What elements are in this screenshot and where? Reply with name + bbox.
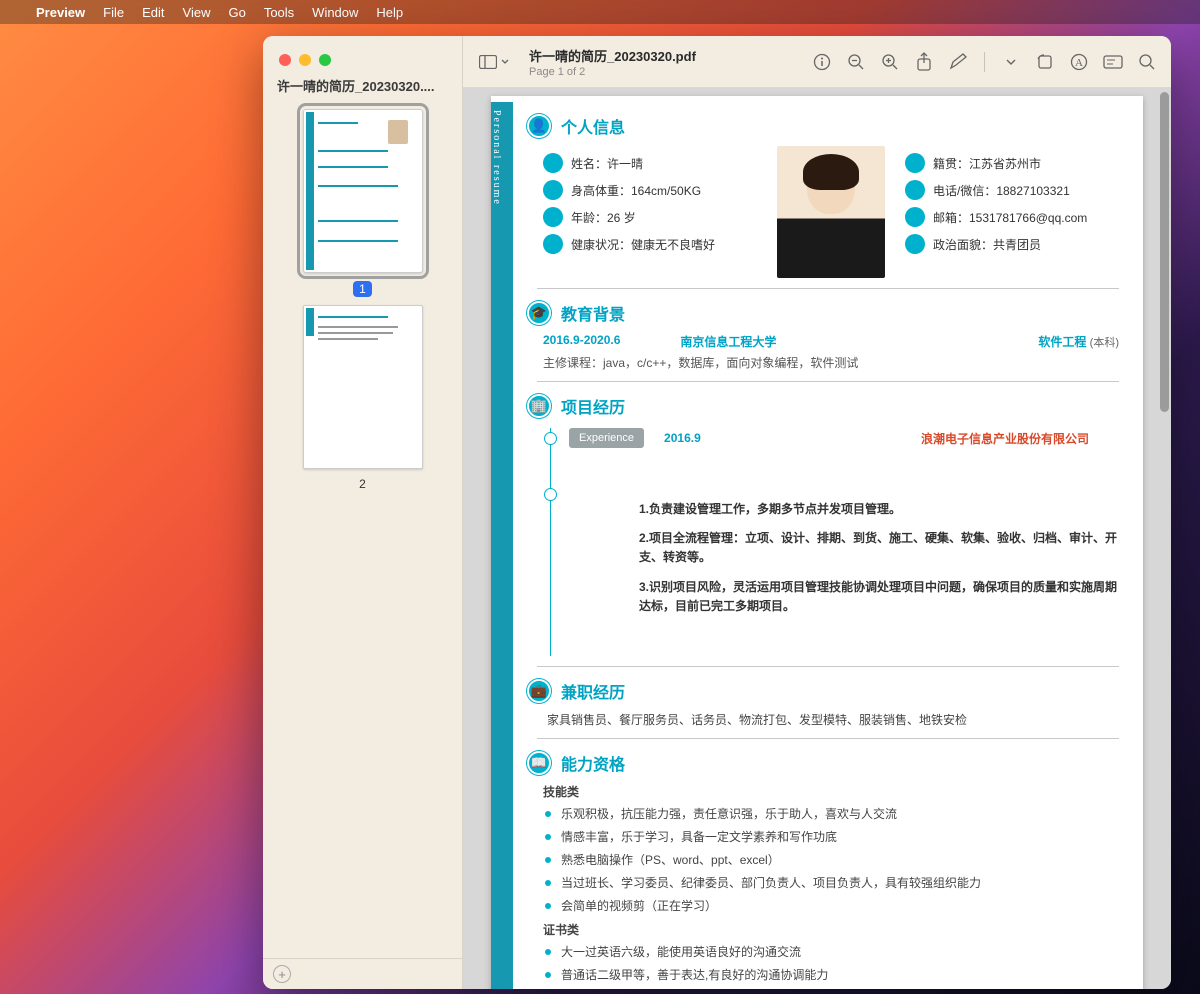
field-name: 姓名：许一晴: [571, 155, 643, 172]
form-button[interactable]: [1103, 52, 1123, 72]
thumbnail-sidebar: 许一晴的简历_20230320.... 1: [263, 36, 463, 989]
edu-courses: 主修课程：java，c/c++，数据库，面向对象编程，软件测试: [543, 354, 1119, 371]
resume-band-label: Personal resume: [491, 102, 502, 206]
document-title: 许一晴的简历_20230320.pdf: [529, 46, 696, 65]
profile-photo: [777, 146, 885, 278]
close-button[interactable]: [279, 54, 291, 66]
menu-go[interactable]: Go: [228, 5, 245, 20]
parttime-icon: 💼: [527, 679, 551, 703]
certs-list: 大一过英语六级，能使用英语良好的沟通交流 普通话二级甲等，善于表达,有良好的沟通…: [543, 943, 1119, 989]
project-line: 3.识别项目风险，灵活运用项目管理技能协调处理项目中问题，确保项目的质量和实施周…: [639, 578, 1119, 616]
thumbnail-page-2[interactable]: 2: [263, 305, 462, 491]
sidebar-doc-title: 许一晴的简历_20230320....: [263, 76, 462, 101]
field-phone: 电话/微信：18827103321: [933, 182, 1070, 199]
menu-tools[interactable]: Tools: [264, 5, 294, 20]
info-button[interactable]: [812, 52, 832, 72]
thumbnail-number: 2: [359, 477, 366, 491]
field-health: 健康状况：健康无不良嗜好: [571, 236, 715, 253]
project-icon: 🏢: [527, 394, 551, 418]
macos-menubar: Preview File Edit View Go Tools Window H…: [0, 0, 1200, 24]
cert-item: 普通话二级甲等，善于表达,有良好的沟通协调能力: [543, 966, 1119, 984]
project-company: 浪潮电子信息产业股份有限公司: [921, 430, 1089, 447]
zoom-in-button[interactable]: [880, 52, 900, 72]
page-viewer[interactable]: Personal resume 👤 个人信息 姓名：许一晴 身高体重：164cm/…: [463, 88, 1171, 989]
section-personal-title: 个人信息: [561, 114, 625, 138]
person-icon: 👤: [527, 114, 551, 138]
edu-period: 2016.9-2020.6: [543, 333, 620, 350]
project-line: 2.项目全流程管理：立项、设计、排期、到货、施工、硬集、软集、验收、归档、审计、…: [639, 529, 1119, 567]
menu-file[interactable]: File: [103, 5, 124, 20]
document-area: 许一晴的简历_20230320.pdf Page 1 of 2 A: [463, 36, 1171, 989]
window-controls: [263, 36, 462, 76]
edu-major: 软件工程: [1038, 335, 1086, 349]
menu-edit[interactable]: Edit: [142, 5, 164, 20]
markup-button[interactable]: [948, 52, 968, 72]
svg-text:A: A: [1075, 57, 1083, 69]
edu-degree: (本科): [1090, 337, 1119, 349]
section-project-title: 项目经历: [561, 394, 625, 418]
skill-item: 熟悉电脑操作（PS、word、ppt、excel）: [543, 851, 1119, 869]
minimize-button[interactable]: [299, 54, 311, 66]
page-indicator: Page 1 of 2: [529, 66, 696, 78]
skill-item: 当过班长、学习委员、纪律委员、部门负责人、项目负责人，具有较强组织能力: [543, 874, 1119, 892]
field-age: 年龄：26 岁: [571, 209, 636, 226]
vertical-scrollbar[interactable]: [1160, 92, 1169, 985]
share-button[interactable]: [914, 52, 934, 72]
skills-heading: 技能类: [543, 783, 1119, 800]
thumbnail-number: 1: [353, 281, 372, 297]
more-button[interactable]: [1001, 52, 1021, 72]
zoom-out-button[interactable]: [846, 52, 866, 72]
search-button[interactable]: [1137, 52, 1157, 72]
field-email: 邮箱：1531781766@qq.com: [933, 209, 1087, 226]
preview-window: 许一晴的简历_20230320.... 1: [263, 36, 1171, 989]
experience-tag: Experience: [569, 428, 644, 448]
certs-heading: 证书类: [543, 921, 1119, 938]
thumbnail-page-1[interactable]: 1: [263, 109, 462, 297]
section-parttime-title: 兼职经历: [561, 679, 625, 703]
toolbar: 许一晴的简历_20230320.pdf Page 1 of 2 A: [463, 36, 1171, 88]
add-page-button[interactable]: +: [273, 965, 291, 983]
parttime-text: 家具销售员、餐厅服务员、话务员、物流打包、发型模特、服装销售、地铁安检: [543, 711, 1119, 728]
field-origin: 籍贯：江苏省苏州市: [933, 155, 1041, 172]
menu-help[interactable]: Help: [376, 5, 403, 20]
field-height: 身高体重：164cm/50KG: [571, 182, 701, 199]
edu-school: 南京信息工程大学: [680, 333, 776, 350]
field-political: 政治面貌：共青团员: [933, 236, 1041, 253]
cert-item: 大一过英语六级，能使用英语良好的沟通交流: [543, 943, 1119, 961]
menu-window[interactable]: Window: [312, 5, 358, 20]
app-name[interactable]: Preview: [36, 5, 85, 20]
rotate-button[interactable]: [1035, 52, 1055, 72]
view-mode-button[interactable]: [473, 51, 515, 73]
skill-item: 会简单的视频剪（正在学习）: [543, 897, 1119, 915]
skills-list: 乐观积极，抗压能力强，责任意识强，乐于助人，喜欢与人交流 情感丰富，乐于学习，具…: [543, 805, 1119, 915]
zoom-button[interactable]: [319, 54, 331, 66]
chevron-down-icon: [501, 59, 509, 64]
section-ability-title: 能力资格: [561, 751, 625, 775]
skill-item: 乐观积极，抗压能力强，责任意识强，乐于助人，喜欢与人交流: [543, 805, 1119, 823]
project-year: 2016.9: [664, 431, 701, 445]
project-line: 1.负责建设管理工作，多期多节点并发项目管理。: [639, 500, 1119, 519]
skill-item: 情感丰富，乐于学习，具备一定文学素养和写作功底: [543, 828, 1119, 846]
pdf-page-1: Personal resume 👤 个人信息 姓名：许一晴 身高体重：164cm/…: [491, 96, 1143, 989]
menu-view[interactable]: View: [183, 5, 211, 20]
section-education-title: 教育背景: [561, 301, 625, 325]
education-icon: 🎓: [527, 301, 551, 325]
ability-icon: 📖: [527, 751, 551, 775]
highlight-button[interactable]: A: [1069, 52, 1089, 72]
